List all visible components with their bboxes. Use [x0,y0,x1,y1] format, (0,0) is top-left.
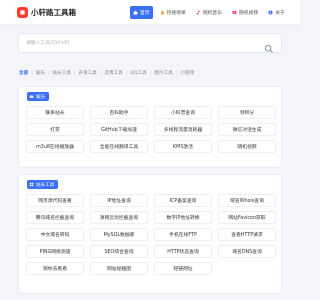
tool-item[interactable]: 中文域名转码 [26,228,84,241]
tag-utility-tools[interactable]: 实用工具 [103,70,123,76]
tool-item[interactable]: 联系站长 [26,106,84,119]
section-entertainment: 娱乐 联系站长 百科助手 小科普查询 领积分 打赏 GitHub下载加速 多线程… [18,86,282,168]
tag-image-tools[interactable]: 图片工具 [153,70,173,76]
nav-label: 热搜榜单 [166,11,186,16]
home-icon [133,10,138,15]
tool-item[interactable]: PING网络测速 [26,245,84,258]
tool-item[interactable]: 网页源代码查看 [26,194,84,207]
section-header: 站长工具 [27,180,59,189]
main-nav: 首页 热搜榜单 随机音乐 随机视频 关于 [130,6,292,19]
section-title: 娱乐 [36,94,46,100]
tool-item[interactable]: 域名DNS查询 [218,245,276,258]
info-icon [268,10,273,15]
category-tags: 全部 | 娱乐 | 站长工具 | 开发工具 | 实用工具 | QQ工具 | 图片工具 | 小游… [18,67,282,79]
section-title: 站长工具 [36,182,55,188]
tool-item[interactable]: HTTP状态查询 [154,245,212,258]
tool-item[interactable]: IP地址查询 [90,194,148,207]
nav-about[interactable]: 关于 [265,6,288,19]
music-icon [196,10,201,15]
tool-item[interactable]: SEO综合查询 [90,245,148,258]
nav-label: 随机音乐 [202,11,223,16]
section-webmaster-tools: 站长工具 网页源代码查看 IP地址查询 ICP备案查询 域名Whois查询 腾讯… [18,174,282,294]
tool-item[interactable]: 数字IP地址转换 [154,211,212,224]
tool-item[interactable]: ICP备案查询 [154,194,212,207]
tag-dev-tools[interactable]: 开发工具 [77,70,97,76]
tool-item[interactable]: 净网云剑拦截查询 [90,211,148,224]
tool-item[interactable]: 全能在线翻译工具 [90,140,148,153]
tool-item[interactable]: 短链网址 [154,262,212,275]
search-box [18,33,282,53]
tools-icon [29,182,34,187]
tool-item[interactable]: 网站Favicon获取 [218,211,276,224]
tool-item[interactable]: 手机在线FTP [154,228,212,241]
nav-random-video[interactable]: 随机视频 [229,6,261,19]
tool-item[interactable]: KMS激活 [154,140,212,153]
search-icon[interactable] [264,39,274,53]
tag-all[interactable]: 全部 [18,70,29,76]
nav-label: 关于 [275,11,285,16]
tool-item[interactable]: 领积分 [218,106,276,119]
tool-item[interactable]: m3u8在线播放器 [26,140,84,153]
tag-entertainment[interactable]: 娱乐 [35,70,46,76]
nav-label: 随机视频 [239,11,259,16]
tool-item[interactable]: 随机视频 [218,140,276,153]
tool-grid: 联系站长 百科助手 小科普查询 领积分 打赏 GitHub下载加速 多线程流量消… [26,106,276,153]
nav-label: 首页 [140,11,150,16]
tool-item[interactable]: 网站秘籍图 [90,262,148,275]
tool-item[interactable]: 查看HTTP请求 [218,228,276,241]
tool-item[interactable]: 百科助手 [90,106,148,119]
tool-item[interactable]: GitHub下载加速 [90,123,148,136]
nav-home[interactable]: 首页 [130,6,153,19]
fire-icon [160,10,165,15]
video-icon [232,10,237,15]
tool-item[interactable]: 多线程流量消耗器 [154,123,212,136]
gamepad-icon [29,94,34,99]
tool-item[interactable]: 打赏 [26,123,84,136]
nav-random-music[interactable]: 随机音乐 [193,6,225,19]
tool-item[interactable]: 域名Whois查询 [218,194,276,207]
tool-item[interactable]: 小科普查询 [154,106,212,119]
tool-item[interactable]: 锁你去看看 [26,262,84,275]
tool-item[interactable]: 微信对话生成 [218,123,276,136]
tool-item[interactable]: MySQL数据库 [90,228,148,241]
search-input[interactable] [26,38,176,49]
section-header: 娱乐 [27,92,50,101]
tag-mini-games[interactable]: 小游戏 [179,70,195,76]
tool-grid: 网页源代码查看 IP地址查询 ICP备案查询 域名Whois查询 腾讯域名拦截查… [26,194,276,275]
site-title: 小轩路工具箱 [31,8,76,17]
nav-hot-list[interactable]: 热搜榜单 [157,6,189,19]
logo-icon [17,7,28,18]
logo[interactable]: 小轩路工具箱 [17,6,76,19]
tag-qq-tools[interactable]: QQ工具 [129,70,147,76]
tag-webmaster-tools[interactable]: 站长工具 [52,70,72,76]
tool-item[interactable]: 腾讯域名拦截查询 [26,211,84,224]
top-header: 小轩路工具箱 首页 热搜榜单 随机音乐 随机视频 关于 [0,0,300,25]
